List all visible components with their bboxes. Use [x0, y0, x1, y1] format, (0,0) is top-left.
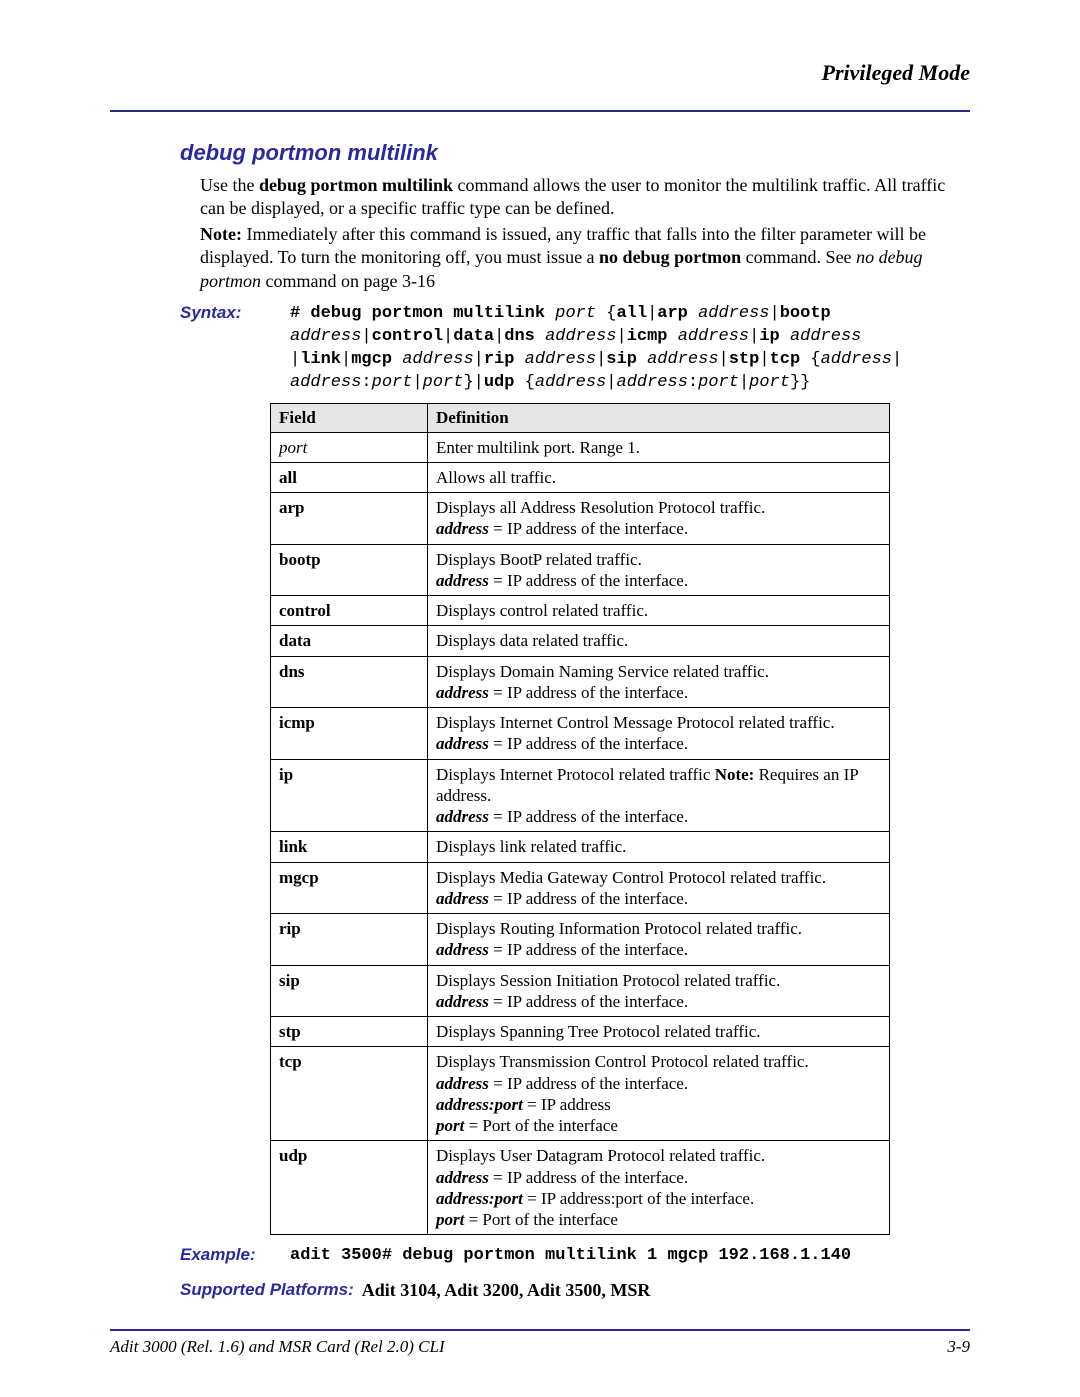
definition-cell: Enter multilink port. Range 1. — [428, 432, 890, 462]
footer-right: 3-9 — [947, 1337, 970, 1357]
table-row: dataDisplays data related traffic. — [271, 626, 890, 656]
field-cell: rip — [271, 914, 428, 966]
th-definition: Definition — [428, 403, 890, 432]
field-cell: all — [271, 462, 428, 492]
table-row: mgcpDisplays Media Gateway Control Proto… — [271, 862, 890, 914]
field-cell: udp — [271, 1141, 428, 1235]
field-cell: stp — [271, 1017, 428, 1047]
table-row: sipDisplays Session Initiation Protocol … — [271, 965, 890, 1017]
table-row: icmpDisplays Internet Control Message Pr… — [271, 708, 890, 760]
definition-cell: Displays User Datagram Protocol related … — [428, 1141, 890, 1235]
table-row: portEnter multilink port. Range 1. — [271, 432, 890, 462]
field-cell: link — [271, 832, 428, 862]
definition-cell: Displays Internet Protocol related traff… — [428, 759, 890, 832]
definition-cell: Displays BootP related traffic.address =… — [428, 544, 890, 596]
field-cell: control — [271, 596, 428, 626]
page-footer: Adit 3000 (Rel. 1.6) and MSR Card (Rel 2… — [110, 1329, 970, 1357]
definition-cell: Displays Spanning Tree Protocol related … — [428, 1017, 890, 1047]
definition-cell: Displays Internet Control Message Protoc… — [428, 708, 890, 760]
field-cell: arp — [271, 493, 428, 545]
field-cell: sip — [271, 965, 428, 1017]
table-row: bootpDisplays BootP related traffic.addr… — [271, 544, 890, 596]
field-cell: data — [271, 626, 428, 656]
platforms-label: Supported Platforms: — [180, 1280, 354, 1300]
example-label: Example: — [180, 1245, 270, 1265]
definition-cell: Displays Domain Naming Service related t… — [428, 656, 890, 708]
definition-cell: Displays Session Initiation Protocol rel… — [428, 965, 890, 1017]
field-definition-table: Field Definition portEnter multilink por… — [270, 403, 890, 1236]
definition-cell: Displays Routing Information Protocol re… — [428, 914, 890, 966]
field-cell: icmp — [271, 708, 428, 760]
th-field: Field — [271, 403, 428, 432]
platforms-value: Adit 3104, Adit 3200, Adit 3500, MSR — [362, 1280, 651, 1301]
field-cell: port — [271, 432, 428, 462]
definition-cell: Displays Transmission Control Protocol r… — [428, 1047, 890, 1141]
syntax-label: Syntax: — [180, 303, 270, 323]
running-head: Privileged Mode — [110, 60, 970, 112]
table-row: dnsDisplays Domain Naming Service relate… — [271, 656, 890, 708]
table-row: linkDisplays link related traffic. — [271, 832, 890, 862]
table-row: allAllows all traffic. — [271, 462, 890, 492]
definition-cell: Allows all traffic. — [428, 462, 890, 492]
table-row: ripDisplays Routing Information Protocol… — [271, 914, 890, 966]
definition-cell: Displays link related traffic. — [428, 832, 890, 862]
field-cell: dns — [271, 656, 428, 708]
field-cell: bootp — [271, 544, 428, 596]
example-code: adit 3500# debug portmon multilink 1 mgc… — [270, 1245, 851, 1268]
definition-cell: Displays data related traffic. — [428, 626, 890, 656]
field-cell: tcp — [271, 1047, 428, 1141]
table-row: controlDisplays control related traffic. — [271, 596, 890, 626]
field-cell: ip — [271, 759, 428, 832]
field-cell: mgcp — [271, 862, 428, 914]
table-row: arpDisplays all Address Resolution Proto… — [271, 493, 890, 545]
definition-cell: Displays Media Gateway Control Protocol … — [428, 862, 890, 914]
definition-cell: Displays control related traffic. — [428, 596, 890, 626]
intro-paragraph: Use the debug portmon multilink command … — [200, 174, 970, 221]
table-row: ipDisplays Internet Protocol related tra… — [271, 759, 890, 832]
definition-cell: Displays all Address Resolution Protocol… — [428, 493, 890, 545]
syntax-code: # debug portmon multilink port {all|arp … — [270, 303, 970, 395]
section-heading: debug portmon multilink — [180, 140, 970, 166]
table-row: stpDisplays Spanning Tree Protocol relat… — [271, 1017, 890, 1047]
table-row: udpDisplays User Datagram Protocol relat… — [271, 1141, 890, 1235]
table-row: tcpDisplays Transmission Control Protoco… — [271, 1047, 890, 1141]
footer-left: Adit 3000 (Rel. 1.6) and MSR Card (Rel 2… — [110, 1337, 445, 1357]
note-paragraph: Note: Immediately after this command is … — [200, 223, 970, 293]
